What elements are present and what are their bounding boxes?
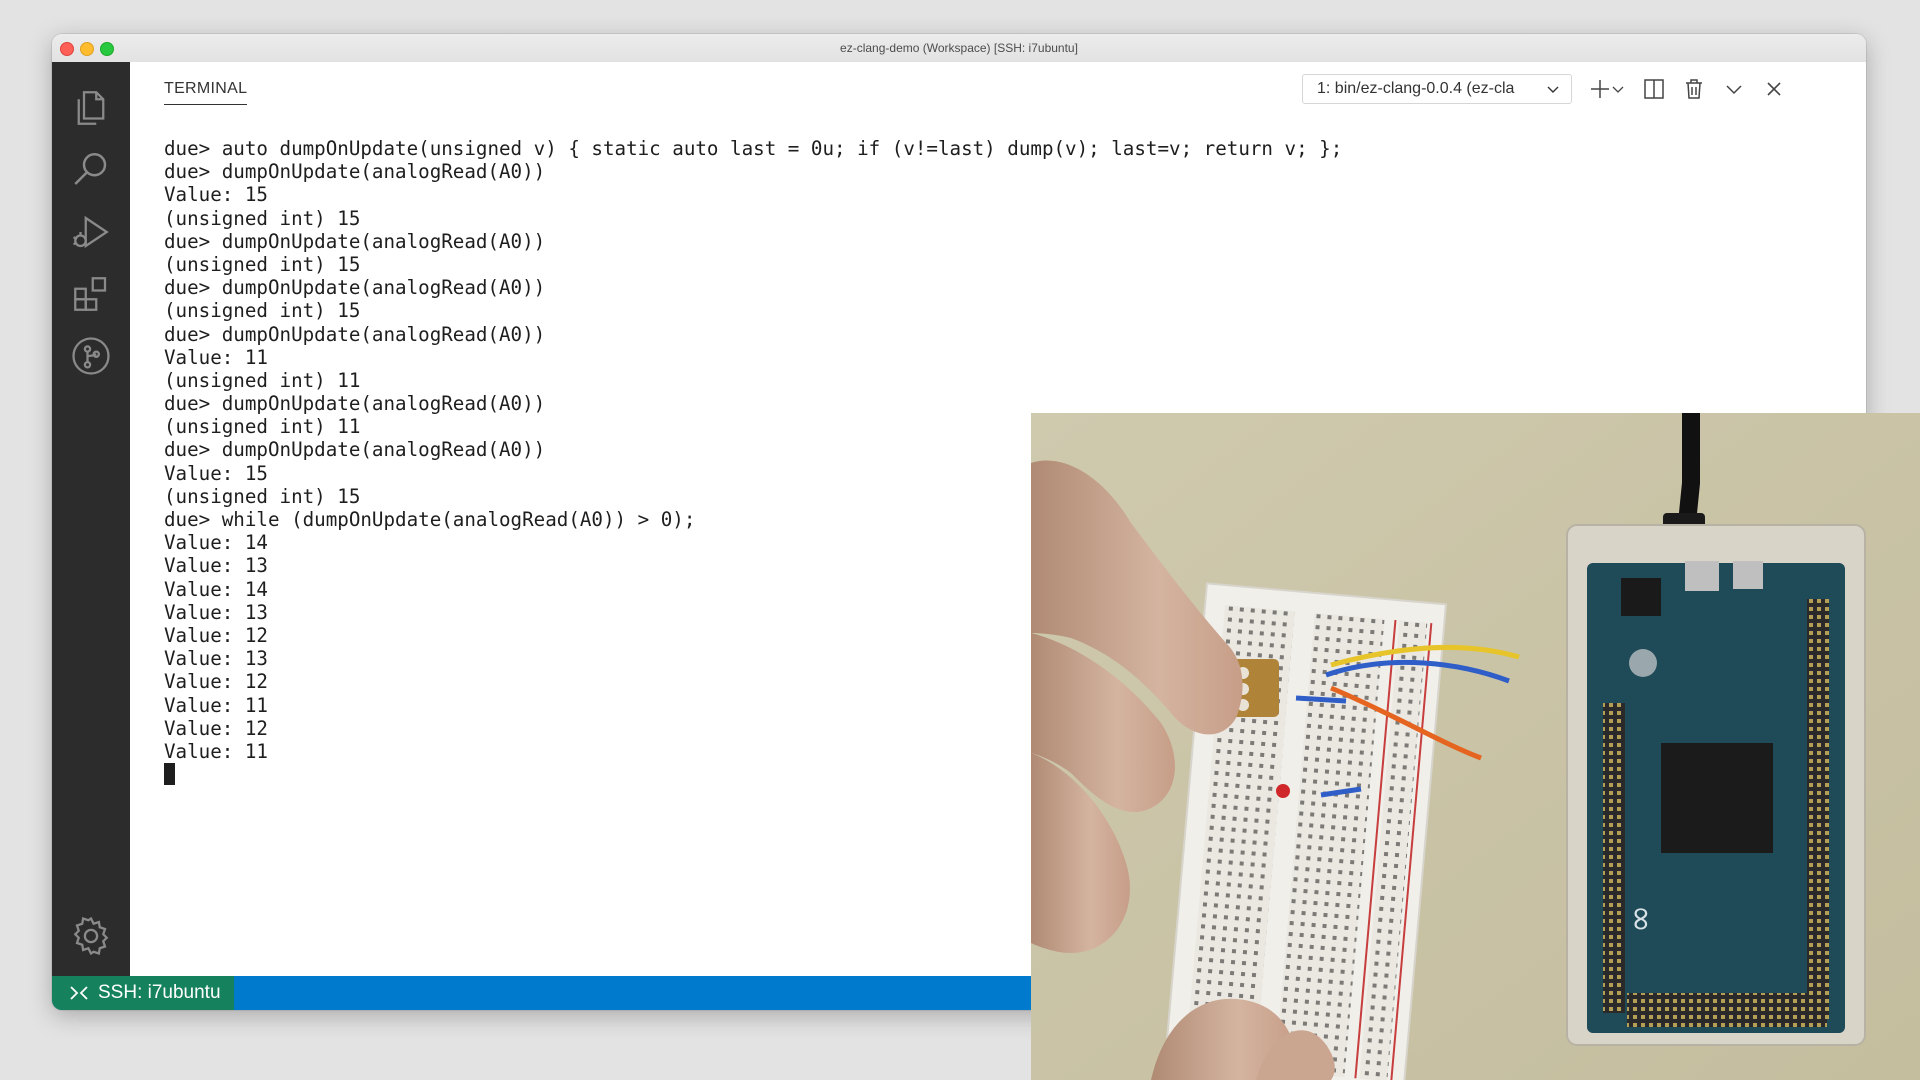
terminal-select-dropdown[interactable]: 1: bin/ez-clang-0.0.4 (ez-cla (1302, 74, 1572, 104)
terminal-select-value: 1: bin/ez-clang-0.0.4 (ez-cla (1317, 80, 1515, 97)
terminal-line: due> auto dumpOnUpdate(unsigned v) { sta… (164, 137, 1343, 160)
chevron-down-icon (1612, 86, 1624, 93)
panel-header: TERMINAL 1: bin/ez-clang-0.0.4 (ez-cla (130, 62, 1866, 122)
terminal-line: due> dumpOnUpdate(analogRead(A0)) (164, 392, 546, 416)
chevron-down-icon (1547, 86, 1559, 93)
terminal-profiles-button[interactable] (1609, 76, 1627, 102)
terminal-line: (unsigned int) 15 (164, 252, 361, 276)
activity-bar (52, 62, 130, 976)
trash-icon (1686, 79, 1702, 99)
gear-icon[interactable] (67, 912, 115, 960)
search-icon[interactable] (67, 146, 115, 194)
close-icon (1767, 82, 1781, 96)
explorer-icon[interactable] (67, 84, 115, 132)
title-bar: ez-clang-demo (Workspace) [SSH: i7ubuntu… (52, 34, 1866, 63)
split-icon (1644, 79, 1664, 99)
tab-terminal[interactable]: TERMINAL (164, 80, 248, 105)
terminal-line: (unsigned int) 15 (164, 206, 361, 230)
chevron-down-icon (1726, 85, 1742, 95)
terminal-line: due> dumpOnUpdate(analogRead(A0)) (164, 276, 546, 300)
terminal-line: Value: 15 (164, 183, 268, 207)
svg-text:∞: ∞ (1620, 905, 1660, 933)
window-title: ez-clang-demo (Workspace) [SSH: i7ubuntu… (840, 41, 1078, 55)
terminal-cursor (164, 763, 175, 786)
close-panel-button[interactable] (1761, 76, 1787, 102)
remote-indicator[interactable]: SSH: i7ubuntu (52, 976, 234, 1010)
extensions-icon[interactable] (67, 270, 115, 318)
source-control-icon[interactable] (67, 332, 115, 380)
terminal-line: due> dumpOnUpdate(analogRead(A0)) (164, 229, 546, 253)
breadboard-arduino-photo: ∞ (1031, 413, 1920, 1080)
webcam-video-overlay: ∞ (1031, 413, 1920, 1080)
remote-label: SSH: i7ubuntu (98, 982, 221, 1003)
terminal-line: due> dumpOnUpdate(analogRead(A0)) (164, 160, 546, 184)
kill-terminal-button[interactable] (1681, 76, 1707, 102)
split-terminal-button[interactable] (1641, 76, 1667, 102)
remote-icon (70, 986, 88, 1000)
run-debug-icon[interactable] (67, 208, 115, 256)
terminal-line: (unsigned int) 11 (164, 368, 361, 392)
terminal-line: (unsigned int) 15 (164, 299, 361, 323)
terminal-line: due> dumpOnUpdate(analogRead(A0)) (164, 322, 546, 346)
terminal-line: Value: 11 (164, 345, 268, 369)
maximize-panel-button[interactable] (1721, 76, 1747, 102)
